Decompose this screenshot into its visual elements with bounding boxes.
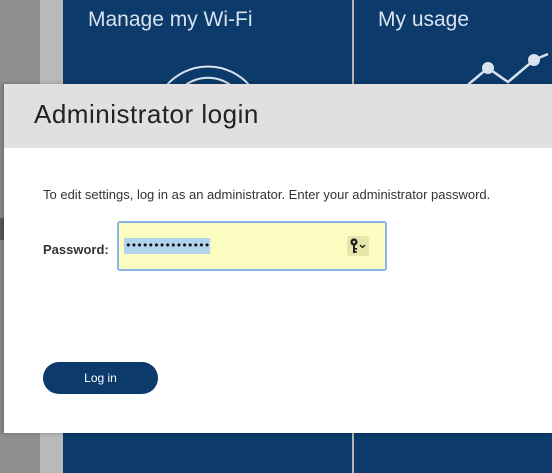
- key-icon: [350, 238, 366, 253]
- dialog-title: Administrator login: [34, 99, 259, 129]
- admin-login-dialog: Administrator login To edit settings, lo…: [4, 84, 552, 433]
- password-value: •••••••••••••••: [124, 238, 210, 254]
- login-button[interactable]: Log in: [43, 362, 158, 394]
- password-manager-button[interactable]: [347, 236, 369, 256]
- tile-title-manage-wifi: Manage my Wi-Fi: [88, 8, 253, 31]
- usage-graph-icon: [464, 52, 549, 88]
- password-label: Password:: [43, 242, 109, 257]
- dialog-header: Administrator login: [4, 84, 552, 148]
- dialog-instructions: To edit settings, log in as an administr…: [43, 187, 491, 202]
- tile-title-my-usage: My usage: [378, 8, 470, 31]
- password-input[interactable]: •••••••••••••••: [117, 221, 387, 271]
